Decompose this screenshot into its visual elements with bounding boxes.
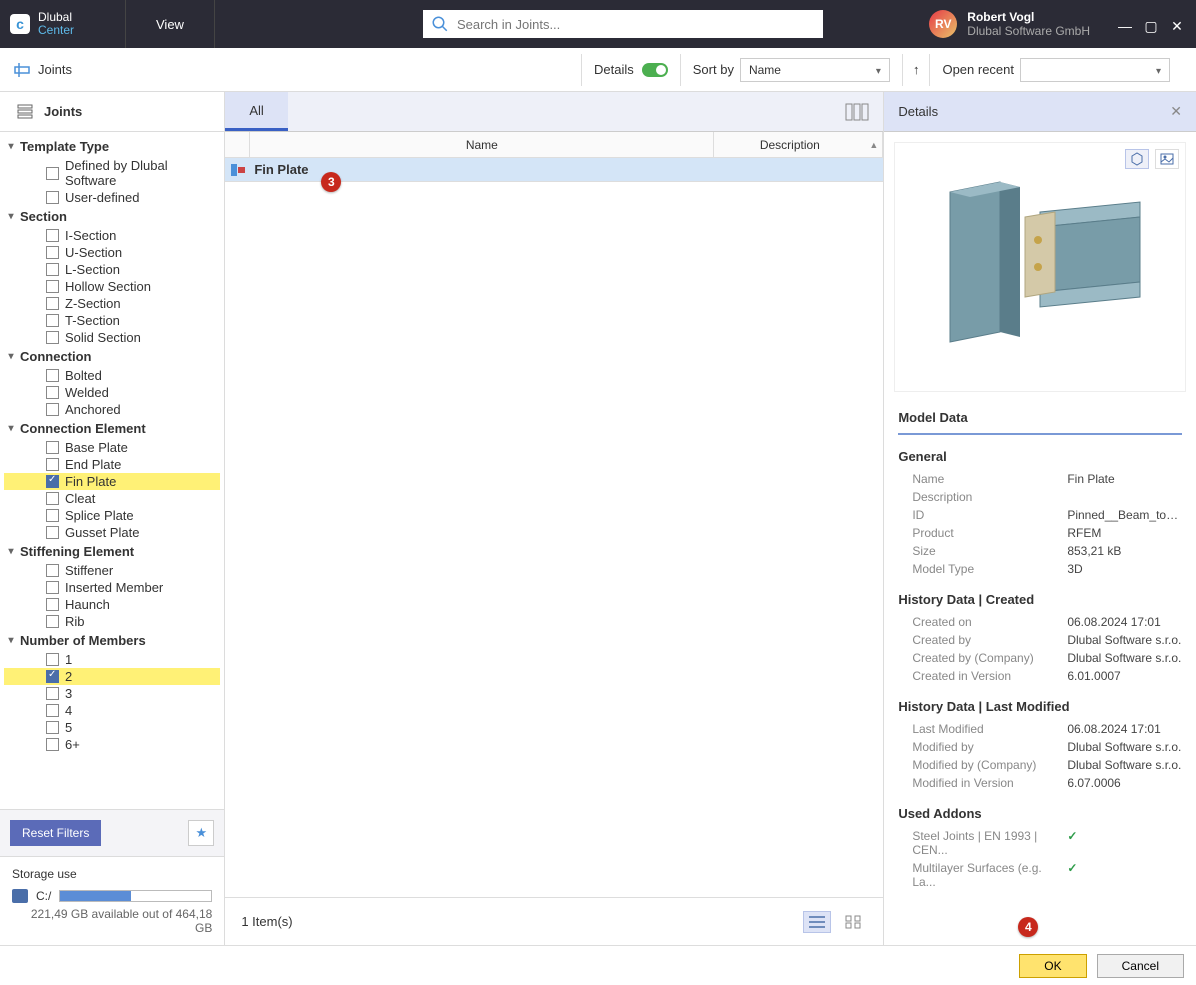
col-name[interactable]: Name bbox=[250, 132, 714, 157]
details-panel: Details ✕ Model Data Ge bbox=[883, 92, 1196, 945]
favorite-button[interactable]: ★ bbox=[188, 820, 214, 846]
avatar: RV bbox=[929, 10, 957, 38]
table-row[interactable]: Fin Plate 3 bbox=[225, 158, 883, 182]
preview-3d-icon[interactable] bbox=[1125, 149, 1149, 169]
filter-item[interactable]: Solid Section bbox=[4, 329, 220, 346]
filter-item[interactable]: Stiffener bbox=[4, 562, 220, 579]
sortby-select[interactable]: Name bbox=[740, 58, 890, 82]
filter-item-members-2[interactable]: 2 bbox=[4, 668, 220, 685]
minimize-icon[interactable]: — bbox=[1116, 18, 1134, 34]
view-grid-icon[interactable] bbox=[839, 911, 867, 933]
sidebar-header: Joints bbox=[0, 92, 224, 132]
menu-view[interactable]: View bbox=[126, 0, 215, 48]
sortby-label: Sort by bbox=[693, 62, 734, 77]
filter-item[interactable]: Z-Section bbox=[4, 295, 220, 312]
sidebar: Joints ▾Template Type Defined by Dlubal … bbox=[0, 92, 225, 945]
filter-tree: ▾Template Type Defined by Dlubal Softwar… bbox=[0, 132, 224, 809]
filter-item[interactable]: I-Section bbox=[4, 227, 220, 244]
tab-all[interactable]: All bbox=[225, 92, 287, 131]
filter-item[interactable]: 4 bbox=[4, 702, 220, 719]
joints-icon bbox=[14, 62, 30, 78]
maximize-icon[interactable]: ▢ bbox=[1142, 18, 1160, 35]
user-area[interactable]: RV Robert Vogl Dlubal Software GmbH bbox=[913, 10, 1106, 39]
filter-item-fin-plate[interactable]: Fin Plate bbox=[4, 473, 220, 490]
storage-bar bbox=[59, 890, 212, 902]
group-conn-element[interactable]: ▾Connection Element bbox=[4, 418, 220, 439]
filter-item[interactable]: Welded bbox=[4, 384, 220, 401]
details-toggle[interactable]: Details bbox=[581, 54, 680, 86]
view-list-icon[interactable] bbox=[803, 911, 831, 933]
toggle-switch[interactable] bbox=[642, 63, 668, 77]
close-icon[interactable]: ✕ bbox=[1168, 18, 1186, 35]
table-header: Name Description ▲ bbox=[225, 132, 883, 158]
cancel-button[interactable]: Cancel bbox=[1097, 954, 1184, 978]
filter-item[interactable]: Gusset Plate bbox=[4, 524, 220, 541]
model-data-title: Model Data bbox=[884, 402, 1196, 433]
ok-button[interactable]: OK 4 bbox=[1019, 954, 1086, 978]
filter-item[interactable]: Inserted Member bbox=[4, 579, 220, 596]
item-count: 1 Item(s) bbox=[241, 914, 292, 929]
filter-item[interactable]: Rib bbox=[4, 613, 220, 630]
filter-item[interactable]: 3 bbox=[4, 685, 220, 702]
storage-section: Storage use C:/ 221,49 GB available out … bbox=[0, 856, 224, 945]
col-desc[interactable]: Description bbox=[714, 132, 865, 157]
storage-text: 221,49 GB available out of 464,18 GB bbox=[12, 907, 212, 935]
filter-item[interactable]: User-defined bbox=[4, 189, 220, 206]
disk-icon bbox=[12, 889, 28, 903]
center-footer: 1 Item(s) bbox=[225, 897, 883, 945]
filter-item[interactable]: Cleat bbox=[4, 490, 220, 507]
chevron-down-icon bbox=[1156, 62, 1161, 77]
app-subname: Center bbox=[38, 24, 74, 37]
sort-direction[interactable]: ↑ bbox=[902, 54, 930, 86]
callout-4: 4 bbox=[1018, 917, 1038, 937]
app-header: c Dlubal Center View RV Robert Vogl Dlub… bbox=[0, 0, 1196, 48]
search-input[interactable] bbox=[423, 10, 823, 38]
user-company: Dlubal Software GmbH bbox=[967, 24, 1090, 38]
group-template-type[interactable]: ▾Template Type bbox=[4, 136, 220, 157]
row-name: Fin Plate bbox=[250, 162, 714, 177]
filter-item[interactable]: Anchored bbox=[4, 401, 220, 418]
preview-box bbox=[894, 142, 1186, 392]
stack-icon bbox=[16, 103, 34, 121]
filter-item[interactable]: 1 2 bbox=[4, 651, 220, 668]
close-details-icon[interactable]: ✕ bbox=[1170, 103, 1182, 120]
center-panel: All Name Description ▲ Fin Plate 3 1 Ite… bbox=[225, 92, 883, 945]
open-recent-label: Open recent bbox=[942, 62, 1014, 77]
breadcrumb: Joints bbox=[38, 62, 72, 77]
filter-item[interactable]: T-Section bbox=[4, 312, 220, 329]
filter-item[interactable]: U-Section bbox=[4, 244, 220, 261]
group-stiffening[interactable]: ▾Stiffening Element bbox=[4, 541, 220, 562]
filter-item[interactable]: L-Section bbox=[4, 261, 220, 278]
window-controls: — ▢ ✕ bbox=[1106, 14, 1196, 35]
group-section[interactable]: ▾Section bbox=[4, 206, 220, 227]
filter-item[interactable]: Hollow Section bbox=[4, 278, 220, 295]
user-name: Robert Vogl bbox=[967, 10, 1090, 24]
joint-row-icon bbox=[230, 163, 246, 177]
preview-image-icon[interactable] bbox=[1155, 149, 1179, 169]
details-title: Details bbox=[898, 104, 938, 119]
columns-config-icon[interactable] bbox=[831, 92, 883, 131]
filter-item[interactable]: End Plate 1 bbox=[4, 456, 220, 473]
reset-filters-button[interactable]: Reset Filters bbox=[10, 820, 101, 846]
filter-item[interactable]: 5 bbox=[4, 719, 220, 736]
filter-item[interactable]: Defined by Dlubal Software bbox=[4, 157, 220, 189]
toolbar: Joints Details Sort by Name ↑ Open recen… bbox=[0, 48, 1196, 92]
app-logo: c Dlubal Center bbox=[0, 0, 126, 48]
filter-item[interactable]: Haunch bbox=[4, 596, 220, 613]
filter-item[interactable]: Splice Plate bbox=[4, 507, 220, 524]
filter-item[interactable]: Base Plate bbox=[4, 439, 220, 456]
group-connection[interactable]: ▾Connection bbox=[4, 346, 220, 367]
model-preview bbox=[910, 162, 1170, 372]
open-recent-select[interactable] bbox=[1020, 58, 1170, 82]
dlubal-icon: c bbox=[10, 14, 30, 34]
filter-item[interactable]: 6+ bbox=[4, 736, 220, 753]
dialog-buttons: OK 4 Cancel bbox=[0, 945, 1196, 985]
storage-title: Storage use bbox=[12, 867, 212, 881]
filter-item[interactable]: Bolted bbox=[4, 367, 220, 384]
search-icon bbox=[431, 15, 449, 33]
group-members[interactable]: ▾Number of Members bbox=[4, 630, 220, 651]
chevron-down-icon bbox=[876, 63, 881, 77]
